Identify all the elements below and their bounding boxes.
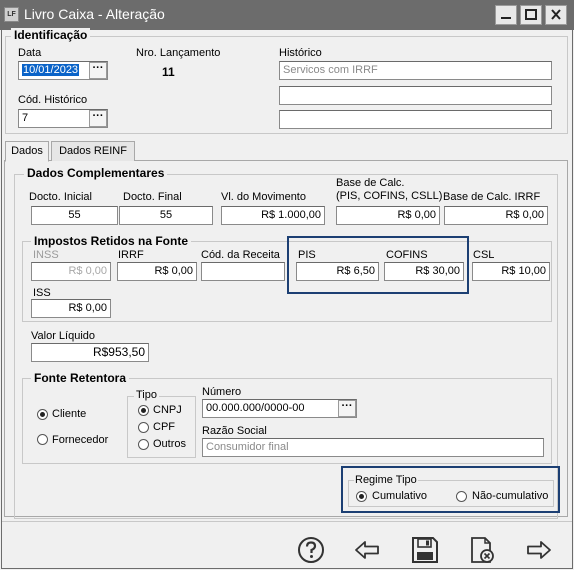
- cod-receita-field[interactable]: [201, 262, 285, 281]
- cod-receita-label: Cód. da Receita: [201, 249, 280, 261]
- forward-arrow-icon: [527, 541, 551, 559]
- csl-field[interactable]: R$ 10,00: [472, 262, 550, 281]
- forward-button[interactable]: [524, 535, 554, 563]
- dados-complementares-legend: Dados Complementares: [24, 166, 168, 180]
- docto-inicial-label: Docto. Inicial: [29, 191, 92, 203]
- irrf-label: IRRF: [118, 249, 144, 261]
- irrf-field[interactable]: R$ 0,00: [117, 262, 197, 281]
- regime-legend: Regime Tipo: [354, 474, 418, 486]
- iss-field[interactable]: R$ 0,00: [31, 299, 111, 318]
- historico-field-line2[interactable]: [279, 86, 552, 105]
- help-icon: [298, 537, 324, 563]
- window-title: Livro Caixa - Alteração: [24, 6, 165, 22]
- razao-social-label: Razão Social: [202, 425, 267, 437]
- iss-label: ISS: [33, 287, 51, 299]
- docto-inicial-field[interactable]: 55: [31, 206, 118, 225]
- base-calc-label-line1: Base de Calc.: [336, 177, 405, 189]
- cofins-label: COFINS: [386, 249, 428, 261]
- historico-label: Histórico: [279, 47, 322, 59]
- title-bar: LF Livro Caixa - Alteração: [0, 0, 574, 30]
- fonte-retentora-legend: Fonte Retentora: [31, 371, 130, 385]
- cumulativo-label[interactable]: Cumulativo: [372, 490, 427, 502]
- pis-field[interactable]: R$ 6,50: [296, 262, 379, 281]
- cliente-label[interactable]: Cliente: [52, 408, 86, 420]
- cancel-button[interactable]: [467, 535, 497, 563]
- historico-field[interactable]: Servicos com IRRF: [279, 61, 552, 80]
- cpf-radio[interactable]: [138, 422, 149, 433]
- cod-historico-label: Cód. Histórico: [18, 94, 88, 106]
- docto-final-label: Docto. Final: [123, 191, 182, 203]
- app-icon: LF: [4, 7, 19, 22]
- cancel-icon: [471, 537, 494, 563]
- nro-lancamento-label: Nro. Lançamento: [136, 47, 221, 59]
- vl-movimento-field[interactable]: R$ 1.000,00: [221, 206, 325, 225]
- cliente-radio[interactable]: [37, 409, 48, 420]
- docto-final-field[interactable]: 55: [119, 206, 213, 225]
- back-button[interactable]: [352, 535, 382, 563]
- nao-cumulativo-label[interactable]: Não-cumulativo: [472, 490, 548, 502]
- csl-label: CSL: [473, 249, 495, 261]
- fornecedor-radio[interactable]: [37, 434, 48, 445]
- nao-cumulativo-radio[interactable]: [456, 491, 467, 502]
- maximize-icon: [525, 9, 537, 20]
- valor-liquido-label: Valor Líquido: [31, 330, 96, 342]
- save-icon: [412, 537, 438, 563]
- help-button[interactable]: [296, 535, 326, 563]
- cumulativo-radio[interactable]: [356, 491, 367, 502]
- base-irrf-field[interactable]: R$ 0,00: [444, 206, 548, 225]
- tab-dados[interactable]: Dados: [5, 141, 49, 162]
- data-value: 10/01/2023: [22, 64, 80, 76]
- inss-field: R$ 0,00: [31, 262, 111, 281]
- save-button[interactable]: [410, 535, 440, 563]
- numero-picker-button[interactable]: ···: [338, 400, 356, 417]
- nro-lancamento-value: 11: [162, 65, 175, 79]
- back-arrow-icon: [355, 541, 379, 559]
- data-picker-button[interactable]: ···: [89, 62, 107, 79]
- pis-label: PIS: [298, 249, 316, 261]
- vl-movimento-label: Vl. do Movimento: [221, 191, 306, 203]
- historico-field-line3[interactable]: [279, 110, 552, 129]
- tab-dados-reinf[interactable]: Dados REINF: [51, 141, 135, 161]
- cnpj-radio[interactable]: [138, 405, 149, 416]
- numero-label: Número: [202, 386, 242, 398]
- inss-label: INSS: [33, 249, 59, 261]
- identificacao-legend: Identificação: [11, 28, 91, 42]
- data-label: Data: [18, 47, 42, 59]
- base-calc-label-line2: (PIS, COFINS, CSLL): [336, 190, 443, 202]
- base-calc-field[interactable]: R$ 0,00: [336, 206, 440, 225]
- close-icon: [551, 9, 561, 20]
- impostos-legend: Impostos Retidos na Fonte: [31, 234, 192, 248]
- toolbar-divider: [2, 521, 572, 522]
- razao-social-field[interactable]: Consumidor final: [202, 438, 544, 457]
- numero-field[interactable]: 00.000.000/0000-00: [202, 399, 357, 418]
- close-button[interactable]: [545, 5, 567, 25]
- cpf-label[interactable]: CPF: [153, 421, 175, 433]
- maximize-button[interactable]: [520, 5, 542, 25]
- outros-radio[interactable]: [138, 439, 149, 450]
- valor-liquido-field[interactable]: R$953,50: [31, 343, 149, 362]
- cod-historico-picker-button[interactable]: ···: [89, 110, 107, 127]
- minimize-button[interactable]: [495, 5, 517, 25]
- cofins-field[interactable]: R$ 30,00: [384, 262, 464, 281]
- minimize-icon: [501, 17, 511, 19]
- base-irrf-label: Base de Calc. IRRF: [443, 191, 541, 203]
- outros-label[interactable]: Outros: [153, 438, 186, 450]
- fornecedor-label[interactable]: Fornecedor: [52, 434, 108, 446]
- cnpj-label[interactable]: CNPJ: [153, 404, 182, 416]
- tipo-legend: Tipo: [134, 389, 159, 401]
